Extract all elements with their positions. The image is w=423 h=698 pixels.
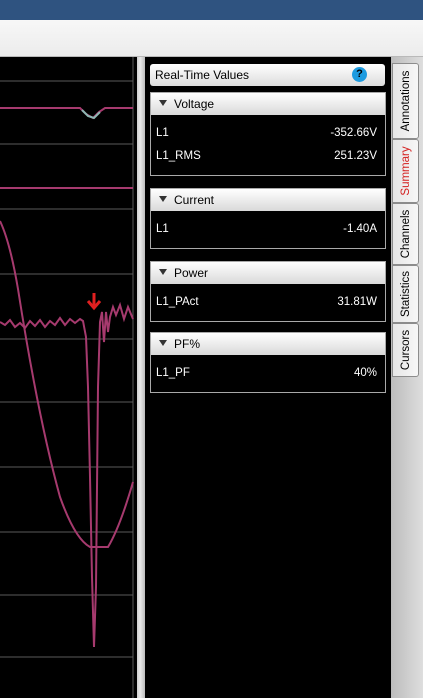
- tab-channels[interactable]: Channels: [392, 203, 419, 265]
- tab-statistics[interactable]: Statistics: [392, 265, 419, 323]
- waveform-trace-voltage: [0, 220, 134, 548]
- triangle-down-icon: [159, 269, 167, 275]
- panel-title: Real-Time Values: [155, 68, 250, 82]
- value-row: L1_PAct 31.81W: [151, 290, 385, 313]
- triangle-down-icon: [159, 100, 167, 106]
- value-reading: -1.40A: [343, 223, 377, 235]
- window-title-bar: [0, 0, 423, 20]
- triangle-down-icon: [159, 196, 167, 202]
- power-section-header[interactable]: Power: [151, 262, 385, 284]
- voltage-section-header[interactable]: Voltage: [151, 93, 385, 115]
- waveform-trace-flat: [0, 107, 133, 120]
- section-title: PF%: [174, 337, 201, 351]
- oscilloscope-view[interactable]: [0, 57, 137, 698]
- tab-label: Cursors: [399, 329, 412, 371]
- tab-label: Summary: [399, 146, 412, 196]
- value-name: L1: [156, 127, 169, 139]
- power-section: Power L1_PAct 31.81W: [150, 261, 386, 322]
- red-arrow-down-icon: [86, 293, 102, 311]
- tab-label: Annotations: [399, 70, 412, 132]
- value-reading: 251.23V: [334, 150, 377, 162]
- value-name: L1_PAct: [156, 296, 199, 308]
- toolbar: [0, 20, 423, 57]
- section-title: Voltage: [174, 97, 215, 111]
- section-title: Current: [174, 193, 215, 207]
- voltage-section: Voltage L1 -352.66V L1_RMS 251.23V: [150, 92, 386, 176]
- tab-cursors[interactable]: Cursors: [392, 323, 419, 377]
- waveform-plot: [0, 57, 134, 698]
- section-title: Power: [174, 266, 209, 280]
- current-section: Current L1 -1.40A: [150, 188, 386, 249]
- value-row: L1_RMS 251.23V: [151, 144, 385, 167]
- value-reading: 40%: [353, 367, 377, 379]
- panel-header: Real-Time Values ?: [150, 64, 385, 86]
- value-name: L1_PF: [156, 367, 190, 379]
- value-reading: -352.66V: [330, 127, 377, 139]
- value-row: L1_PF 40%: [151, 361, 385, 384]
- value-name: L1: [156, 223, 169, 235]
- triangle-down-icon: [159, 340, 167, 346]
- help-icon[interactable]: ?: [352, 67, 367, 82]
- side-tab-strip: Annotations Summary Channels Statistics …: [391, 57, 423, 698]
- tab-label: Statistics: [399, 270, 412, 318]
- tab-annotations[interactable]: Annotations: [392, 63, 419, 139]
- tab-summary[interactable]: Summary: [392, 139, 419, 203]
- value-reading: 31.81W: [337, 296, 377, 308]
- value-row: L1 -352.66V: [151, 121, 385, 144]
- real-time-values-panel: Real-Time Values ? Voltage L1 -352.66V L…: [145, 57, 391, 698]
- waveform-trace-alt: [81, 109, 101, 120]
- value-row: L1 -1.40A: [151, 217, 385, 240]
- current-section-header[interactable]: Current: [151, 189, 385, 211]
- panel-splitter[interactable]: [137, 57, 145, 698]
- pf-section-header[interactable]: PF%: [151, 333, 385, 355]
- pf-section: PF% L1_PF 40%: [150, 332, 386, 393]
- tab-label: Channels: [399, 209, 412, 259]
- value-name: L1_RMS: [156, 150, 201, 162]
- waveform-trace-current: [0, 301, 134, 648]
